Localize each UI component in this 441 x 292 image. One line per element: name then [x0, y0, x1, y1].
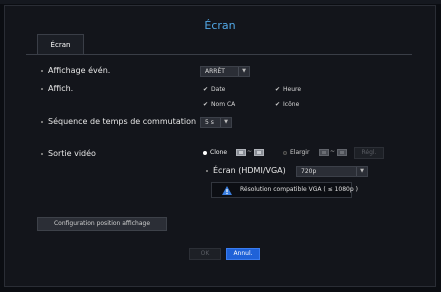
tab-screen[interactable]: Écran	[37, 34, 84, 54]
output-settings-button[interactable]: Régl.	[354, 147, 384, 159]
chevron-down-icon: ▼	[238, 67, 249, 76]
switch-sequence-label: Séquence de temps de commutation	[48, 117, 197, 126]
check-icon: ✔	[275, 86, 281, 93]
checkbox-time[interactable]: ✔ Heure	[275, 86, 301, 93]
check-icon: ✔	[275, 101, 281, 108]
check-icon: ✔	[203, 86, 209, 93]
monitor-icon	[337, 149, 347, 156]
switch-sequence-dropdown[interactable]: 5 s ▼	[200, 117, 232, 128]
dialog-title: Écran	[204, 19, 236, 32]
event-display-dropdown[interactable]: ARRÊT ▼	[200, 66, 250, 77]
monitor-icon	[254, 149, 264, 156]
bullet-icon	[41, 153, 43, 155]
vga-compat-notice: Résolution compatible VGA ( ≤ 1080p )	[211, 182, 358, 198]
radio-clone[interactable]	[203, 151, 207, 155]
link-icon: ~	[330, 148, 336, 155]
chevron-down-icon: ▼	[220, 118, 231, 127]
clone-label: Clone	[210, 149, 228, 156]
bullet-icon	[41, 121, 43, 123]
chevron-down-icon: ▼	[356, 167, 367, 176]
monitor-icon	[236, 149, 246, 156]
bullet-icon	[206, 170, 208, 172]
bullet-icon	[41, 70, 43, 72]
checkbox-camera-name[interactable]: ✔ Nom CA	[203, 101, 235, 108]
checkbox-date[interactable]: ✔ Date	[203, 86, 225, 93]
link-icon: ~	[247, 148, 253, 155]
checkbox-icon-label: Icône	[283, 101, 300, 108]
cancel-button[interactable]: Annul.	[226, 248, 260, 260]
event-display-value: ARRÊT	[205, 68, 225, 75]
extend-label: Elargir	[290, 149, 310, 156]
screen-hdmi-vga-label: Écran (HDMI/VGA)	[213, 166, 286, 175]
check-icon: ✔	[203, 101, 209, 108]
vga-compat-text: Résolution compatible VGA ( ≤ 1080p )	[240, 186, 358, 193]
top-strip	[0, 0, 441, 4]
checkbox-date-label: Date	[211, 86, 226, 93]
tab-panel-divider	[26, 54, 412, 55]
monitor-icon	[319, 149, 329, 156]
checkbox-time-label: Heure	[283, 86, 302, 93]
event-display-label: Affichage évén.	[48, 66, 111, 75]
warning-triangle-icon	[222, 186, 232, 195]
video-output-label: Sortie vidéo	[48, 149, 96, 158]
bullet-icon	[41, 88, 43, 90]
display-position-config-button[interactable]: Configuration position affichage	[37, 217, 167, 231]
screen-resolution-dropdown[interactable]: 720p ▼	[296, 166, 368, 177]
radio-extend[interactable]	[283, 151, 287, 155]
screen-resolution-value: 720p	[301, 168, 317, 175]
ok-button[interactable]: OK	[189, 248, 221, 260]
checkbox-camera-name-label: Nom CA	[211, 101, 236, 108]
display-label: Affich.	[48, 84, 74, 93]
checkbox-icon[interactable]: ✔ Icône	[275, 101, 299, 108]
switch-sequence-value: 5 s	[205, 119, 214, 126]
